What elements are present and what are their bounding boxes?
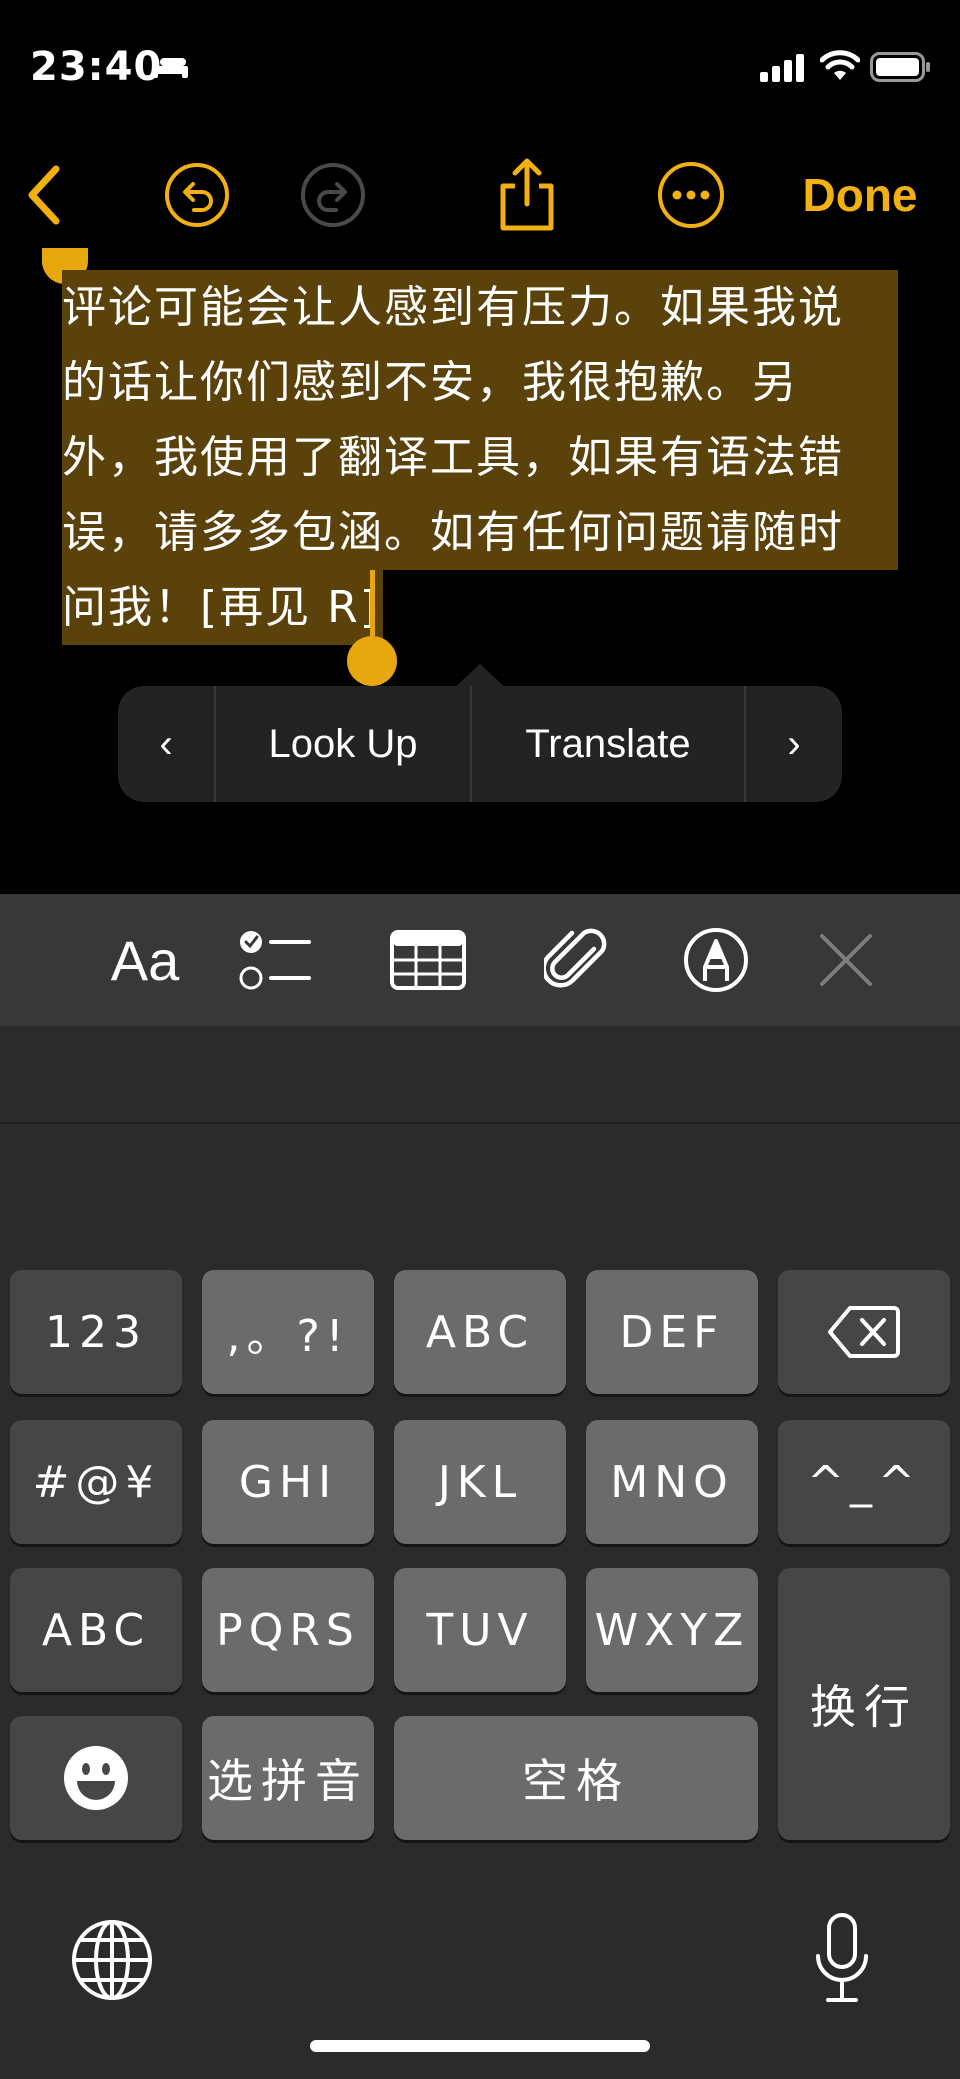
translate-menu-item[interactable]: Translate bbox=[472, 686, 746, 802]
status-bar: 23:40 bbox=[0, 0, 960, 130]
selected-text: 问我！[再见 R] bbox=[62, 570, 383, 645]
edit-menu: ‹ Look Up Translate › bbox=[118, 686, 842, 802]
selected-text: 评论可能会让人感到有压力。如果我说 bbox=[62, 270, 898, 345]
space-key[interactable]: 空格 bbox=[394, 1716, 758, 1840]
delete-backward-icon bbox=[828, 1306, 900, 1358]
selection-end-handle[interactable] bbox=[347, 636, 397, 686]
key-emoticon[interactable]: ^_^ bbox=[778, 1420, 950, 1544]
key-abc-switch[interactable]: ABC bbox=[10, 1568, 182, 1692]
checklist-icon bbox=[239, 931, 311, 990]
emoji-key[interactable] bbox=[10, 1716, 182, 1840]
done-button[interactable]: Done bbox=[780, 150, 940, 240]
key-123[interactable]: 123 bbox=[10, 1270, 182, 1394]
status-time: 23:40 bbox=[30, 44, 163, 90]
notes-toolbar: Done bbox=[0, 150, 960, 240]
undo-icon bbox=[165, 163, 229, 227]
note-line: 外，我使用了翻译工具，如果有语法错 bbox=[62, 420, 902, 495]
table-button[interactable] bbox=[388, 894, 468, 1026]
battery-icon bbox=[870, 52, 930, 82]
note-line: 评论可能会让人感到有压力。如果我说 bbox=[62, 270, 902, 345]
checklist-button[interactable] bbox=[236, 894, 316, 1026]
back-button[interactable] bbox=[14, 150, 74, 240]
note-line: 误，请多多包涵。如有任何问题请随时 bbox=[62, 495, 902, 570]
key-jkl-5[interactable]: JKL bbox=[394, 1420, 566, 1544]
emoji-icon bbox=[64, 1746, 128, 1810]
markup-pen-icon bbox=[684, 928, 748, 992]
key-tuv-8[interactable]: TUV bbox=[394, 1568, 566, 1692]
format-toolbar: Aa bbox=[0, 894, 960, 1026]
close-format-button[interactable] bbox=[806, 894, 886, 1026]
globe-button[interactable] bbox=[70, 1918, 154, 2006]
key-mno-6[interactable]: MNO bbox=[586, 1420, 758, 1544]
edit-menu-pointer bbox=[454, 664, 506, 688]
dictation-button[interactable] bbox=[812, 1912, 872, 2008]
ellipsis-circle-icon bbox=[658, 162, 724, 228]
selected-text: 的话让你们感到不安，我很抱歉。另 bbox=[62, 345, 898, 420]
text-style-button[interactable]: Aa bbox=[80, 894, 210, 1026]
share-button[interactable] bbox=[490, 150, 564, 240]
wifi-icon bbox=[820, 50, 860, 80]
candidate-bar-divider bbox=[0, 1122, 960, 1124]
note-body[interactable]: 评论可能会让人感到有压力。如果我说 的话让你们感到不安，我很抱歉。另 外，我使用… bbox=[62, 270, 902, 645]
key-wxyz-9[interactable]: WXYZ bbox=[586, 1568, 758, 1692]
microphone-icon bbox=[816, 1913, 868, 2002]
undo-button[interactable] bbox=[160, 150, 234, 240]
key-pqrs-7[interactable]: PQRS bbox=[202, 1568, 374, 1692]
home-indicator[interactable] bbox=[310, 2040, 650, 2052]
key-ghi-4[interactable]: GHI bbox=[202, 1420, 374, 1544]
note-line: 问我！[再见 R] bbox=[62, 570, 902, 645]
redo-button[interactable] bbox=[296, 150, 370, 240]
key-symbols[interactable]: #@¥ bbox=[10, 1420, 182, 1544]
chevron-left-icon bbox=[28, 165, 60, 225]
edit-menu-next-button[interactable]: › bbox=[746, 686, 842, 802]
bed-icon bbox=[152, 56, 188, 78]
look-up-menu-item[interactable]: Look Up bbox=[216, 686, 472, 802]
selection-end-caret bbox=[370, 570, 375, 636]
table-icon bbox=[390, 930, 466, 990]
close-icon bbox=[820, 934, 872, 986]
key-def-3[interactable]: DEF bbox=[586, 1270, 758, 1394]
selected-text: 误，请多多包涵。如有任何问题请随时 bbox=[62, 495, 898, 570]
delete-key[interactable] bbox=[778, 1270, 950, 1394]
key-punctuation[interactable]: ,。?! bbox=[202, 1270, 374, 1394]
pinyin-select-key[interactable]: 选拼音 bbox=[202, 1716, 374, 1840]
cellular-signal-icon bbox=[760, 54, 804, 82]
markup-button[interactable] bbox=[676, 894, 756, 1026]
globe-icon bbox=[72, 1920, 152, 2000]
paperclip-icon bbox=[544, 928, 607, 988]
key-abc-2[interactable]: ABC bbox=[394, 1270, 566, 1394]
share-icon bbox=[500, 158, 554, 231]
selected-text: 外，我使用了翻译工具，如果有语法错 bbox=[62, 420, 898, 495]
more-button[interactable] bbox=[654, 150, 728, 240]
redo-icon bbox=[301, 163, 365, 227]
edit-menu-prev-button[interactable]: ‹ bbox=[118, 686, 216, 802]
return-key[interactable]: 换行 bbox=[778, 1568, 950, 1840]
note-line: 的话让你们感到不安，我很抱歉。另 bbox=[62, 345, 902, 420]
attachment-button[interactable] bbox=[536, 894, 616, 1026]
